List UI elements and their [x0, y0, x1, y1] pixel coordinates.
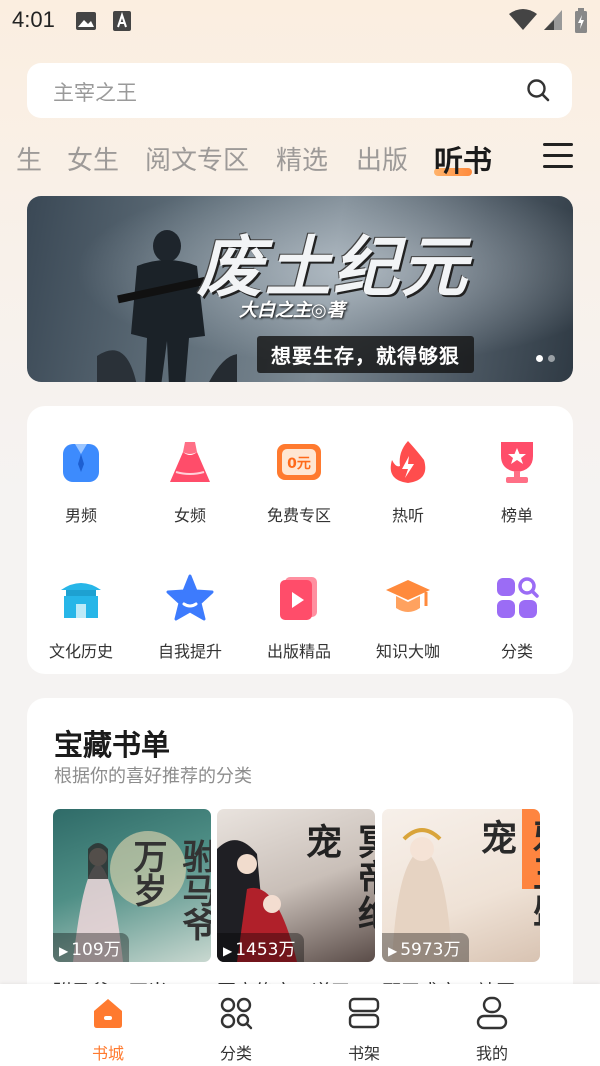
trophy-icon	[501, 442, 533, 483]
nav-label: 书城	[91, 1044, 124, 1063]
category-label: 榜单	[500, 506, 533, 525]
book-cover[interactable]: 邪王盛宠 ▶5973万	[382, 809, 540, 962]
category-label: 知识大咖	[375, 642, 440, 661]
section-title: 宝藏书单	[54, 728, 171, 762]
nav-bookstore[interactable]: 书城	[68, 996, 148, 1064]
bookshelf-icon	[348, 997, 380, 1029]
free-badge-text: 0元	[287, 456, 311, 472]
category-label: 免费专区	[266, 506, 331, 525]
category-female[interactable]: 女频	[140, 438, 240, 526]
shirt-icon	[63, 444, 99, 482]
free-ticket-icon: 0元	[277, 444, 321, 480]
app-a-icon	[113, 11, 131, 31]
grid-search-icon	[497, 577, 539, 618]
category-label: 女频	[173, 506, 206, 525]
book-cover-title: 冥帝绝宠	[300, 823, 375, 931]
bottom-nav: 书城 分类 书架 我的	[0, 984, 600, 1066]
channel-tabs: 生 女生 阅文专区 精选 出版 听书	[0, 136, 600, 180]
book-cover[interactable]: 冥帝绝宠 ▶ 1453万	[217, 809, 375, 962]
home-icon	[94, 999, 122, 1028]
banner-author: 大白之主◎著	[239, 300, 345, 321]
play-count: ▶ 1453万	[217, 933, 304, 962]
tab-publish[interactable]: 出版	[356, 140, 408, 177]
status-bar: 4:01	[0, 0, 600, 44]
category-label: 分类	[500, 642, 533, 661]
category-free[interactable]: 0元 免费专区	[249, 438, 349, 526]
tab-featured[interactable]: 精选	[276, 140, 328, 177]
flame-icon	[390, 441, 426, 483]
treasure-list-section: 宝藏书单 根据你的喜好推荐的分类 驸马爷万岁 ▶ 109万 冥帝绝宠 ▶ 1453万…	[27, 698, 573, 1028]
category-grid: 男频 女频 0元 免费专区 热听 榜单 文化历史 自我提升 出版精品 知识大咖 …	[27, 406, 573, 674]
category-label: 男频	[64, 506, 97, 525]
nav-bookshelf[interactable]: 书架	[324, 996, 404, 1064]
graduation-cap-icon	[386, 580, 430, 612]
nav-profile[interactable]: 我的	[452, 996, 532, 1064]
tab-boy[interactable]: 生	[16, 140, 42, 177]
nav-label: 书架	[347, 1044, 380, 1063]
play-icon: ▶	[223, 944, 233, 958]
search-input[interactable]: 主宰之王	[27, 63, 572, 118]
dress-icon	[170, 442, 210, 482]
category-label: 出版精品	[266, 642, 331, 661]
play-count-value: 1453万	[235, 940, 296, 960]
nav-label: 分类	[219, 1044, 252, 1063]
play-icon: ▶	[59, 944, 69, 958]
cell-signal-icon	[544, 10, 562, 30]
play-book-icon	[280, 577, 317, 620]
gallery-icon	[76, 12, 96, 30]
category-self-improve[interactable]: 自我提升	[140, 574, 240, 662]
tab-girl[interactable]: 女生	[67, 140, 119, 177]
category-icon	[220, 997, 253, 1030]
book-cover[interactable]: 驸马爷万岁 ▶ 109万	[53, 809, 211, 962]
book-cover-title: 驸马爷万岁	[127, 839, 211, 941]
star-icon	[166, 574, 214, 621]
promo-banner[interactable]: 废土纪元 大白之主◎著 想要生存，就得够狠	[27, 196, 573, 382]
play-icon: ▶	[388, 944, 398, 958]
play-count-value: 109万	[71, 940, 121, 960]
section-subtitle: 根据你的喜好推荐的分类	[54, 766, 252, 787]
play-count: ▶ 5973万	[382, 933, 469, 962]
battery-icon	[575, 8, 587, 33]
wifi-icon	[509, 9, 537, 30]
book-cover-title: 邪王盛宠	[475, 819, 540, 927]
category-label: 自我提升	[157, 642, 222, 661]
category-label: 文化历史	[48, 642, 113, 661]
category-culture-history[interactable]: 文化历史	[31, 574, 131, 662]
category-all[interactable]: 分类	[467, 574, 567, 662]
nav-category[interactable]: 分类	[196, 996, 276, 1064]
tab-audiobook[interactable]: 听书	[434, 138, 492, 180]
category-hot[interactable]: 热听	[358, 438, 458, 526]
category-ranking[interactable]: 榜单	[467, 438, 567, 526]
status-time: 4:01	[12, 7, 55, 32]
search-icon[interactable]	[526, 78, 550, 102]
tab-yuewen[interactable]: 阅文专区	[145, 140, 249, 177]
category-label: 热听	[391, 506, 424, 525]
category-male[interactable]: 男频	[31, 438, 131, 526]
banner-slogan: 想要生存，就得够狠	[257, 336, 474, 373]
search-placeholder: 主宰之王	[53, 81, 137, 105]
play-count: ▶ 109万	[53, 933, 129, 962]
banner-pagination	[531, 347, 555, 366]
nav-label: 我的	[475, 1044, 508, 1063]
category-publish-quality[interactable]: 出版精品	[249, 574, 349, 662]
profile-icon	[476, 996, 508, 1030]
category-knowledge[interactable]: 知识大咖	[358, 574, 458, 662]
menu-icon[interactable]	[543, 143, 573, 169]
play-count-value: 5973万	[400, 940, 461, 960]
pavilion-icon	[61, 583, 101, 618]
